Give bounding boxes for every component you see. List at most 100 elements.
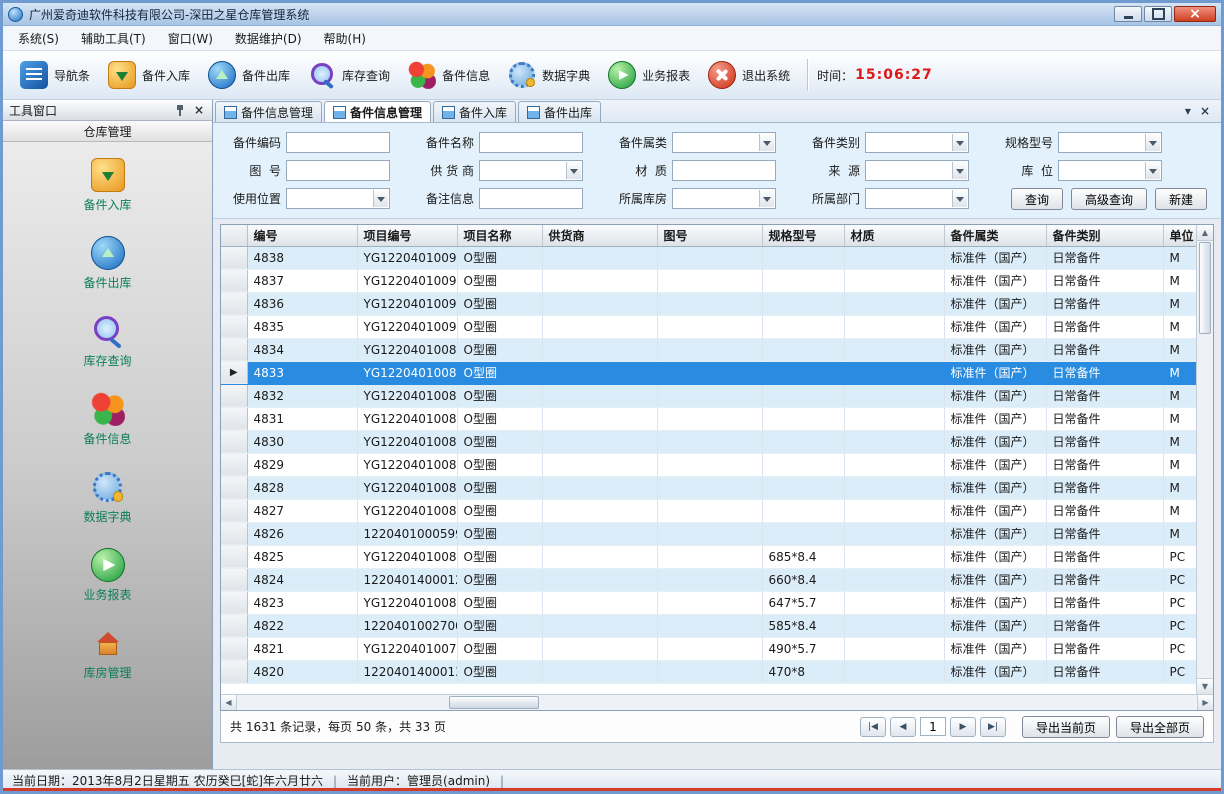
sidebar-item-report[interactable]: 业务报表 <box>3 548 212 603</box>
toolbar-item-report[interactable]: 业务报表 <box>599 57 699 93</box>
tab-parts-info-mgmt-2[interactable]: 备件信息管理 <box>324 101 431 122</box>
menu-item[interactable]: 窗口(W) <box>157 26 224 50</box>
tab-close-icon[interactable] <box>1200 105 1210 117</box>
table-row[interactable]: 48221220401002700O型圈585*8.4标准件（国产）日常备件PC <box>221 614 1196 637</box>
toolbar-item-inventory-query[interactable]: 库存查询 <box>299 57 399 93</box>
table-row[interactable]: 4832YG12204010087O型圈标准件（国产）日常备件M <box>221 384 1196 407</box>
sidebar-item-stock-out[interactable]: 备件出库 <box>3 236 212 291</box>
warehouse-select[interactable] <box>672 188 776 209</box>
department-select[interactable] <box>865 188 969 209</box>
column-header[interactable]: 材质 <box>844 225 944 246</box>
toolbar-item-navigation[interactable]: 导航条 <box>11 57 99 93</box>
scroll-right-icon[interactable] <box>1197 695 1213 710</box>
toolbar-item-data-dict[interactable]: 数据字典 <box>499 57 599 93</box>
column-header[interactable]: 供货商 <box>542 225 657 246</box>
cell: O型圈 <box>457 522 542 545</box>
part-category-select[interactable] <box>672 132 776 153</box>
table-row[interactable]: 4837YG12204010092O型圈标准件（国产）日常备件M <box>221 269 1196 292</box>
menu-item[interactable]: 帮助(H) <box>313 26 377 50</box>
horizontal-scrollbar[interactable] <box>221 694 1213 710</box>
part-name-input[interactable] <box>479 132 583 153</box>
cell: YG12204010089 <box>357 338 457 361</box>
cell: 日常备件 <box>1046 430 1163 453</box>
column-header[interactable]: 单位 <box>1163 225 1196 246</box>
new-button[interactable]: 新建 <box>1155 188 1207 210</box>
toolbar-item-stock-in[interactable]: 备件入库 <box>99 57 199 93</box>
sidebar-close-icon[interactable] <box>192 103 206 117</box>
sidebar-item-data-dict[interactable]: 数据字典 <box>3 470 212 525</box>
supplier-select[interactable] <box>479 160 583 181</box>
vertical-scroll-track[interactable] <box>1197 335 1213 678</box>
column-header[interactable]: 图号 <box>657 225 762 246</box>
sidebar-item-inventory-query[interactable]: 库存查询 <box>3 314 212 369</box>
usage-position-select[interactable] <box>286 188 390 209</box>
minimize-button[interactable] <box>1114 6 1142 22</box>
menu-item[interactable]: 系统(S) <box>7 26 70 50</box>
column-header[interactable]: 编号 <box>247 225 357 246</box>
sidebar-item-stock-in[interactable]: 备件入库 <box>3 158 212 213</box>
column-header[interactable]: 规格型号 <box>762 225 844 246</box>
current-page-input[interactable] <box>920 717 946 736</box>
part-code-input[interactable] <box>286 132 390 153</box>
location-select[interactable] <box>1058 160 1162 181</box>
close-button[interactable] <box>1174 6 1216 22</box>
vertical-scroll-thumb[interactable] <box>1199 242 1211 334</box>
query-button[interactable]: 查询 <box>1011 188 1063 210</box>
drawing-no-input[interactable] <box>286 160 390 181</box>
remark-input[interactable] <box>479 188 583 209</box>
table-row[interactable]: 48261220401000599O型圈标准件（国产）日常备件M <box>221 522 1196 545</box>
tab-parts-info-mgmt-1[interactable]: 备件信息管理 <box>215 101 322 122</box>
column-header[interactable]: 项目名称 <box>457 225 542 246</box>
pin-icon[interactable] <box>174 104 186 117</box>
table-row[interactable]: 4828YG12204010083O型圈标准件（国产）日常备件M <box>221 476 1196 499</box>
source-select[interactable] <box>865 160 969 181</box>
vertical-scrollbar[interactable] <box>1196 225 1213 694</box>
maximize-button[interactable] <box>1144 6 1172 22</box>
toolbar-item-exit[interactable]: 退出系统 <box>699 57 799 93</box>
column-header[interactable]: 项目编号 <box>357 225 457 246</box>
table-row[interactable]: 4835YG12204010090O型圈标准件（国产）日常备件M <box>221 315 1196 338</box>
spec-model-select[interactable] <box>1058 132 1162 153</box>
cell: 4828 <box>247 476 357 499</box>
table-row[interactable]: 4825YG12204010081O型圈685*8.4标准件（国产）日常备件PC <box>221 545 1196 568</box>
horizontal-scroll-thumb[interactable] <box>449 696 539 709</box>
column-header[interactable]: 备件属类 <box>944 225 1046 246</box>
export-all-pages-button[interactable]: 导出全部页 <box>1116 716 1204 738</box>
sidebar-item-parts-info[interactable]: 备件信息 <box>3 392 212 447</box>
table-row[interactable]: 4827YG12204010082O型圈标准件（国产）日常备件M <box>221 499 1196 522</box>
advanced-query-button[interactable]: 高级查询 <box>1071 188 1147 210</box>
cell: 标准件（国产） <box>944 568 1046 591</box>
material-input[interactable] <box>672 160 776 181</box>
table-row[interactable]: 4831YG12204010086O型圈标准件（国产）日常备件M <box>221 407 1196 430</box>
table-row[interactable]: 4829YG12204010084O型圈标准件（国产）日常备件M <box>221 453 1196 476</box>
table-row[interactable]: ▶4833YG12204010088O型圈标准件（国产）日常备件M <box>221 361 1196 384</box>
scroll-down-icon[interactable] <box>1197 678 1213 694</box>
table-row[interactable]: 4836YG12204010091O型圈标准件（国产）日常备件M <box>221 292 1196 315</box>
table-row[interactable]: 4834YG12204010089O型圈标准件（国产）日常备件M <box>221 338 1196 361</box>
tab-stock-in[interactable]: 备件入库 <box>433 101 516 122</box>
table-row[interactable]: 4821YG12204010079O型圈490*5.7标准件（国产）日常备件PC <box>221 637 1196 660</box>
table-row[interactable]: 48241220401400012O型圈660*8.4标准件（国产）日常备件PC <box>221 568 1196 591</box>
prev-page-button[interactable]: ◀ <box>890 717 916 737</box>
table-row[interactable]: 4830YG12204010085O型圈标准件（国产）日常备件M <box>221 430 1196 453</box>
table-row[interactable]: 4838YG12204010093O型圈标准件（国产）日常备件M <box>221 246 1196 269</box>
scroll-left-icon[interactable] <box>221 695 237 710</box>
toolbar-item-parts-info[interactable]: 备件信息 <box>399 57 499 93</box>
table-row[interactable]: 4823YG12204010080O型圈647*5.7标准件（国产）日常备件PC <box>221 591 1196 614</box>
menu-item[interactable]: 数据维护(D) <box>224 26 313 50</box>
sidebar-item-home[interactable]: 库房管理 <box>3 626 212 681</box>
tab-list-dropdown-icon[interactable] <box>1185 105 1191 117</box>
next-page-button[interactable]: ▶ <box>950 717 976 737</box>
scroll-up-icon[interactable] <box>1197 225 1213 241</box>
tab-stock-out[interactable]: 备件出库 <box>518 101 601 122</box>
export-current-page-button[interactable]: 导出当前页 <box>1022 716 1110 738</box>
last-page-button[interactable]: ▶| <box>980 717 1006 737</box>
menu-item[interactable]: 辅助工具(T) <box>70 26 157 50</box>
column-header[interactable]: 备件类别 <box>1046 225 1163 246</box>
toolbar-item-stock-out[interactable]: 备件出库 <box>199 57 299 93</box>
grid-header-row: 编号项目编号项目名称供货商图号规格型号材质备件属类备件类别单位 <box>221 225 1196 246</box>
first-page-button[interactable]: |◀ <box>860 717 886 737</box>
part-type-select[interactable] <box>865 132 969 153</box>
cell: PC <box>1163 637 1196 660</box>
table-row[interactable]: 48201220401400013O型圈470*8标准件（国产）日常备件PC <box>221 660 1196 683</box>
